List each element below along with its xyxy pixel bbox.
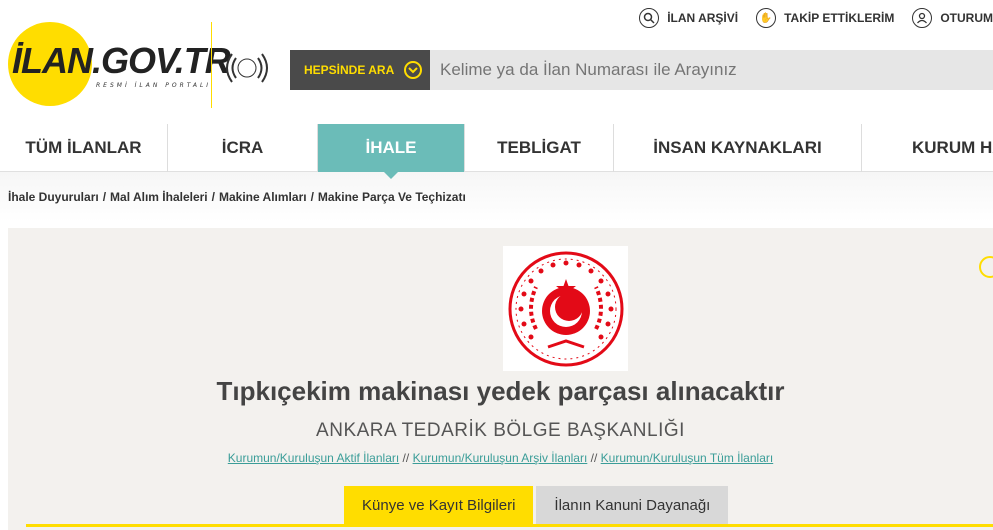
- side-circle-icon[interactable]: [979, 256, 993, 278]
- breadcrumb: İhale Duyuruları / Mal Alım İhaleleri / …: [0, 172, 993, 222]
- logo-subtitle: RESMİ İLAN PORTALI: [96, 82, 212, 89]
- user-icon: [912, 8, 933, 28]
- search-category-label: HEPSİNDE ARA: [304, 63, 395, 77]
- active-listings-link[interactable]: Kurumun/Kuruluşun Aktif İlanları: [228, 451, 399, 465]
- detail-tabs: Künye ve Kayıt Bilgileri İlanın Kanuni D…: [344, 486, 729, 524]
- tab-underline: [26, 524, 993, 527]
- organization-emblem: [503, 246, 628, 371]
- breadcrumb-item[interactable]: Mal Alım İhaleleri: [110, 190, 208, 204]
- archive-link[interactable]: İLAN ARŞİVİ: [639, 8, 738, 28]
- tab-icra[interactable]: İCRA: [168, 124, 318, 172]
- following-link[interactable]: ✋ TAKİP ETTİKLERİM: [756, 8, 894, 28]
- organization-name: ANKARA TEDARİK BÖLGE BAŞKANLIĞI: [316, 420, 685, 441]
- organization-links: Kurumun/Kuruluşun Aktif İlanları // Kuru…: [8, 451, 993, 465]
- listing-detail: Tıpkıçekim makinası yedek parçası alınac…: [8, 228, 993, 530]
- archive-link-label: İLAN ARŞİVİ: [667, 11, 739, 25]
- following-link-label: TAKİP ETTİKLERİM: [784, 11, 895, 25]
- turkish-emblem-icon: [508, 251, 623, 366]
- tab-institution-news[interactable]: KURUM HA: [862, 124, 993, 172]
- archive-search-icon: [639, 8, 660, 28]
- tab-registration-info[interactable]: Künye ve Kayıt Bilgileri: [344, 486, 534, 524]
- tab-all-listings[interactable]: TÜM İLANLAR: [0, 124, 168, 172]
- link-separator: //: [402, 451, 410, 465]
- logo-divider: [211, 22, 212, 108]
- follow-hand-icon: ✋: [756, 8, 777, 28]
- tab-human-resources[interactable]: İNSAN KAYNAKLARI: [614, 124, 862, 172]
- search-bar: HEPSİNDE ARA: [290, 50, 993, 90]
- login-link[interactable]: OTURUM: [912, 8, 993, 28]
- site-logo[interactable]: İLAN.GOV.TR RESMİ İLAN PORTALI: [8, 22, 231, 112]
- login-link-label: OTURUM: [940, 11, 993, 25]
- tab-ihale[interactable]: İHALE: [318, 124, 465, 179]
- breadcrumb-item[interactable]: Makine Alımları: [219, 190, 307, 204]
- all-listings-link[interactable]: Kurumun/Kuruluşun Tüm İlanları: [601, 451, 774, 465]
- link-separator: //: [590, 451, 598, 465]
- logo-text: İLAN.GOV.TR: [12, 40, 231, 81]
- top-links: İLAN ARŞİVİ ✋ TAKİP ETTİKLERİM OTURUM: [639, 8, 993, 28]
- breadcrumb-item[interactable]: Makine Parça Ve Teçhizatı: [318, 190, 466, 204]
- search-category-select[interactable]: HEPSİNDE ARA: [290, 50, 430, 90]
- radio-broadcast-icon: [222, 48, 272, 88]
- tab-tebligat[interactable]: TEBLİGAT: [465, 124, 614, 172]
- tab-legal-basis[interactable]: İlanın Kanuni Dayanağı: [536, 486, 729, 524]
- site-header: İLAN.GOV.TR RESMİ İLAN PORTALI İLAN ARŞİ…: [0, 0, 993, 124]
- search-input[interactable]: [430, 50, 993, 90]
- listing-title: Tıpkıçekim makinası yedek parçası alınac…: [216, 376, 785, 406]
- chevron-down-icon: [404, 61, 422, 79]
- breadcrumb-item[interactable]: İhale Duyuruları: [8, 190, 99, 204]
- main-nav: TÜM İLANLAR İCRA İHALE TEBLİGAT İNSAN KA…: [0, 124, 993, 179]
- archive-listings-link[interactable]: Kurumun/Kuruluşun Arşiv İlanları: [413, 451, 588, 465]
